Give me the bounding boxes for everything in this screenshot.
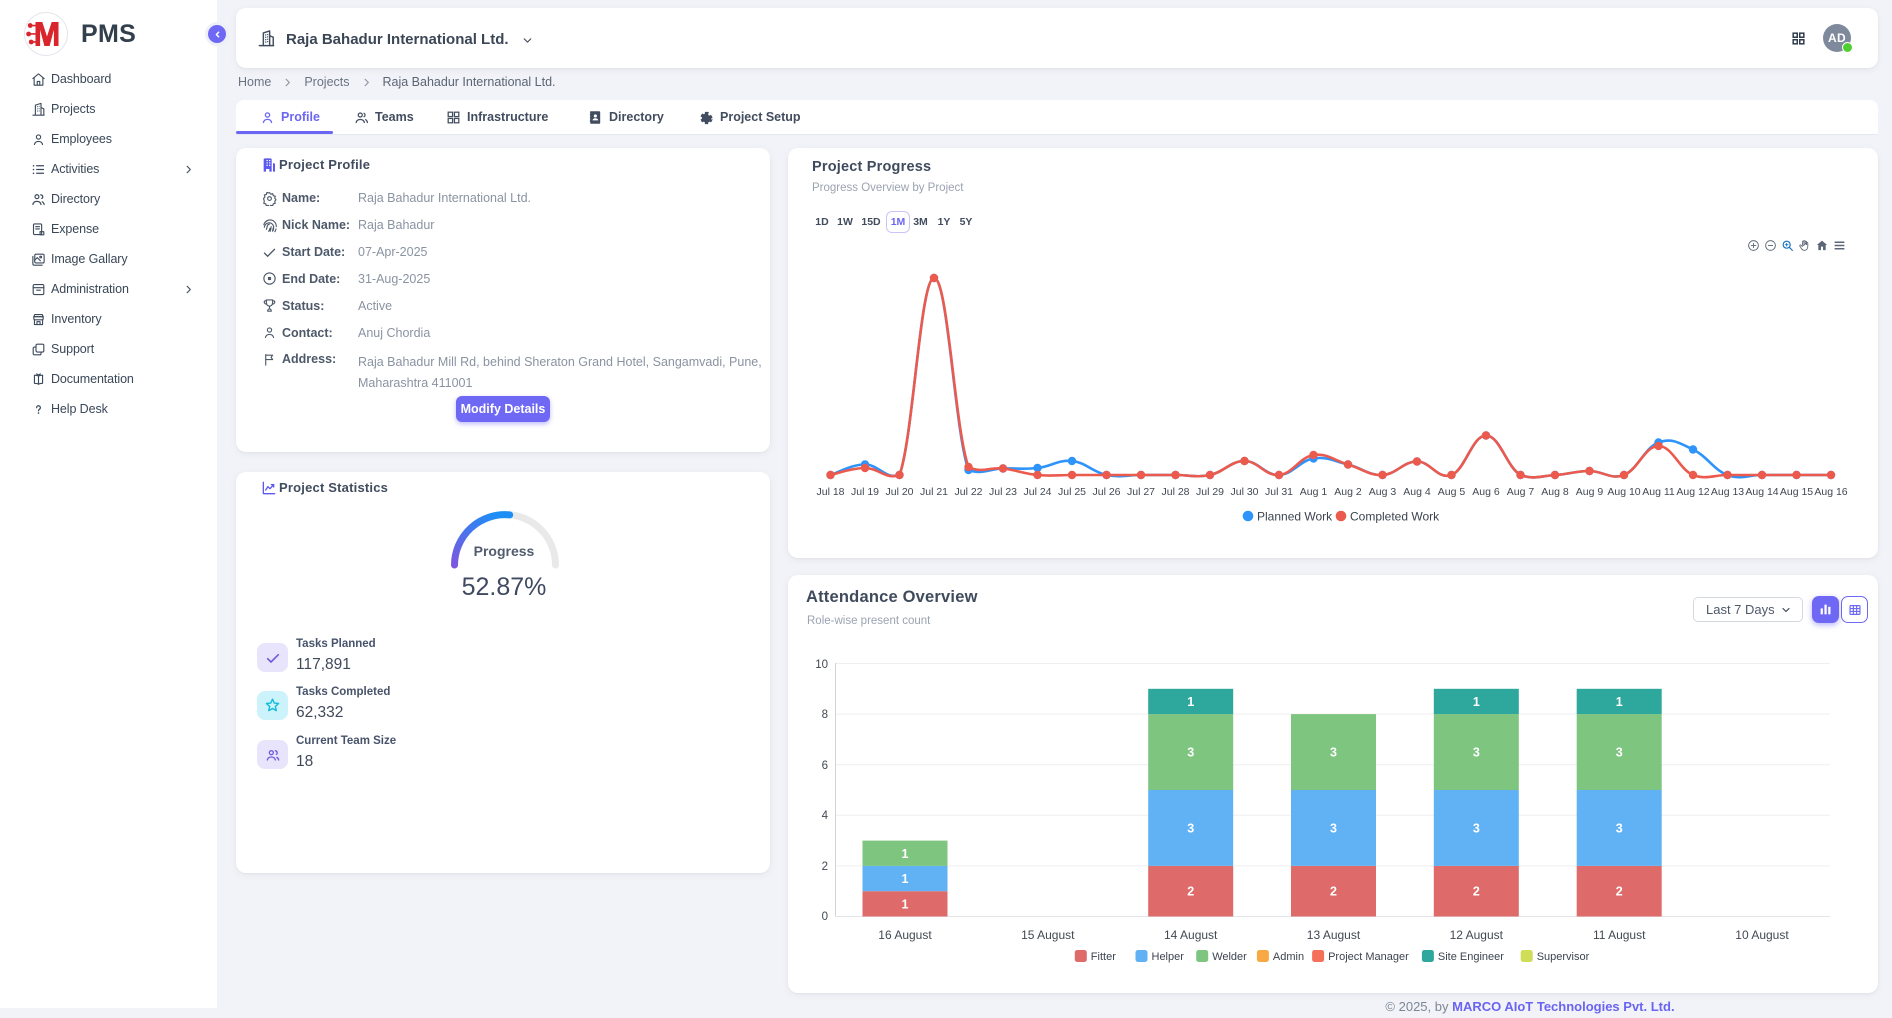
svg-text:Aug 13: Aug 13: [1711, 486, 1744, 498]
svg-text:Aug 7: Aug 7: [1507, 486, 1535, 498]
svg-text:Jul 29: Jul 29: [1196, 486, 1224, 498]
svg-text:Aug 2: Aug 2: [1334, 486, 1362, 498]
svg-text:12 August: 12 August: [1450, 928, 1504, 942]
svg-text:Aug 14: Aug 14: [1745, 486, 1778, 498]
svg-text:1: 1: [902, 847, 909, 861]
svg-text:Aug 5: Aug 5: [1438, 486, 1466, 498]
svg-text:13 August: 13 August: [1307, 928, 1361, 942]
svg-text:2: 2: [822, 861, 828, 873]
svg-text:3: 3: [1473, 746, 1480, 760]
svg-text:1: 1: [902, 897, 909, 911]
svg-text:Planned Work: Planned Work: [1257, 510, 1333, 524]
svg-text:Jul 19: Jul 19: [851, 486, 879, 498]
svg-text:10 August: 10 August: [1735, 928, 1789, 942]
svg-text:Jul 20: Jul 20: [885, 486, 913, 498]
svg-text:Completed Work: Completed Work: [1350, 510, 1440, 524]
svg-text:Jul 22: Jul 22: [954, 486, 982, 498]
svg-text:Jul 25: Jul 25: [1058, 486, 1086, 498]
svg-text:2: 2: [1187, 885, 1194, 899]
svg-text:Jul 24: Jul 24: [1023, 486, 1051, 498]
svg-text:1: 1: [1616, 695, 1623, 709]
svg-text:Aug 3: Aug 3: [1369, 486, 1397, 498]
svg-text:1: 1: [1473, 695, 1480, 709]
svg-text:10: 10: [815, 659, 828, 671]
svg-text:Jul 30: Jul 30: [1230, 486, 1258, 498]
svg-text:0: 0: [822, 911, 828, 923]
svg-text:Aug 16: Aug 16: [1814, 486, 1847, 498]
svg-text:Jul 27: Jul 27: [1127, 486, 1155, 498]
svg-text:Jul 31: Jul 31: [1265, 486, 1293, 498]
svg-text:Aug 6: Aug 6: [1472, 486, 1500, 498]
svg-text:6: 6: [822, 760, 828, 772]
svg-text:3: 3: [1187, 746, 1194, 760]
svg-text:Jul 23: Jul 23: [989, 486, 1017, 498]
svg-text:Jul 18: Jul 18: [816, 486, 844, 498]
svg-text:3: 3: [1187, 822, 1194, 836]
svg-text:3: 3: [1616, 746, 1623, 760]
svg-text:Welder: Welder: [1212, 951, 1247, 963]
svg-text:Jul 28: Jul 28: [1161, 486, 1189, 498]
svg-text:3: 3: [1616, 822, 1623, 836]
svg-text:Aug 11: Aug 11: [1642, 486, 1675, 498]
svg-text:4: 4: [822, 810, 829, 822]
svg-text:Aug 4: Aug 4: [1403, 486, 1431, 498]
svg-text:11 August: 11 August: [1593, 928, 1646, 942]
svg-text:Aug 8: Aug 8: [1541, 486, 1569, 498]
svg-text:Project Manager: Project Manager: [1328, 951, 1409, 963]
svg-text:14 August: 14 August: [1164, 928, 1218, 942]
svg-text:Site Engineer: Site Engineer: [1438, 951, 1504, 963]
svg-text:Admin: Admin: [1273, 951, 1304, 963]
svg-text:3: 3: [1473, 822, 1480, 836]
svg-text:16 August: 16 August: [878, 928, 932, 942]
svg-text:Aug 9: Aug 9: [1576, 486, 1604, 498]
svg-text:Jul 26: Jul 26: [1092, 486, 1120, 498]
svg-text:1: 1: [1187, 695, 1194, 709]
svg-text:1: 1: [902, 872, 909, 886]
svg-text:2: 2: [1473, 885, 1480, 899]
svg-text:Fitter: Fitter: [1091, 951, 1116, 963]
svg-text:3: 3: [1330, 746, 1337, 760]
svg-text:8: 8: [822, 709, 828, 721]
svg-text:2: 2: [1616, 885, 1623, 899]
svg-text:Aug 15: Aug 15: [1780, 486, 1813, 498]
svg-text:Aug 1: Aug 1: [1300, 486, 1328, 498]
svg-text:2: 2: [1330, 885, 1337, 899]
svg-text:15 August: 15 August: [1021, 928, 1075, 942]
svg-text:Aug 12: Aug 12: [1676, 486, 1709, 498]
svg-text:Supervisor: Supervisor: [1537, 951, 1590, 963]
svg-text:3: 3: [1330, 822, 1337, 836]
svg-text:Aug 10: Aug 10: [1607, 486, 1640, 498]
svg-text:Helper: Helper: [1152, 951, 1185, 963]
svg-text:Jul 21: Jul 21: [920, 486, 948, 498]
